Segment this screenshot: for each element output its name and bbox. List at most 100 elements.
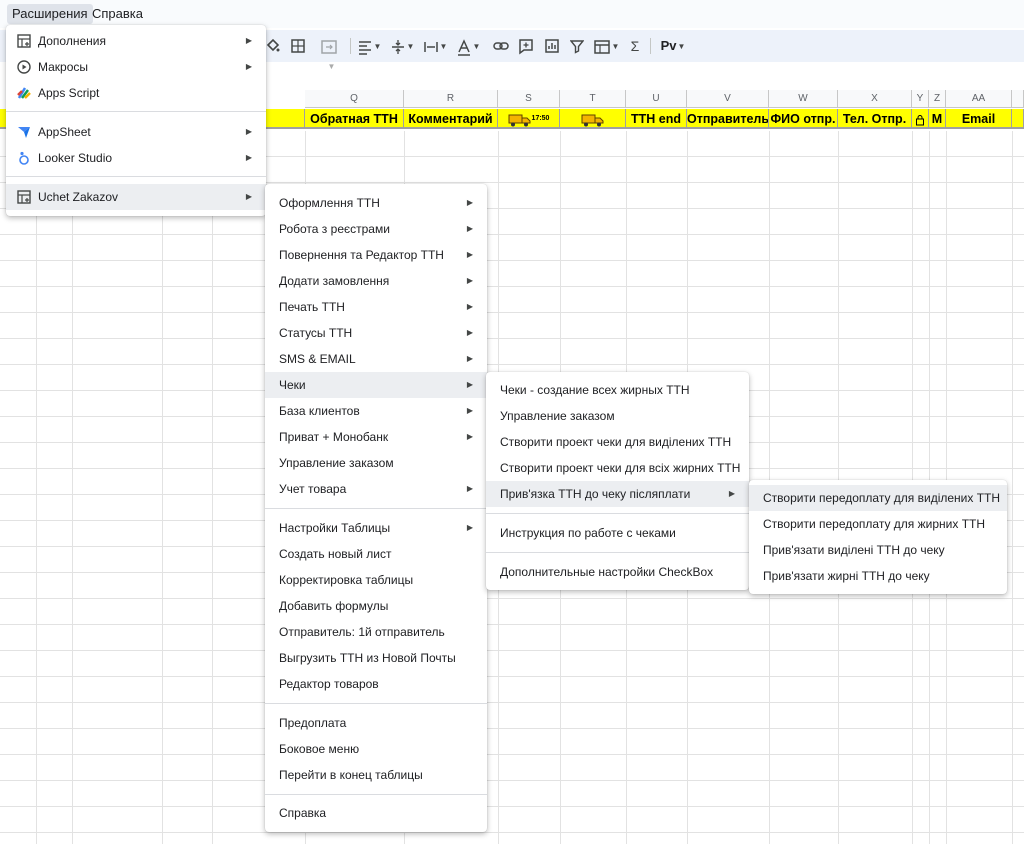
menu-item-dodaty-zamovlennya[interactable]: Додати замовлення ▶ <box>265 268 487 294</box>
menu-item-label: Прив'язати жирні ТТН до чеку <box>763 569 930 583</box>
insert-link-icon[interactable] <box>492 36 510 56</box>
column-header-aa[interactable]: AA <box>946 90 1012 108</box>
menu-separator <box>486 513 749 514</box>
column-header-q[interactable]: Q <box>305 90 404 108</box>
menu-item-privat-monobank[interactable]: Приват + Монобанк ▶ <box>265 424 487 450</box>
menu-item-robota-z-reyestramy[interactable]: Робота з реєстрами ▶ <box>265 216 487 242</box>
menu-item-cheki-sozdanie[interactable]: Чеки - создание всех жирных ТТН <box>486 377 749 403</box>
menu-item-label: Добавить формулы <box>279 599 389 613</box>
vertical-align-icon[interactable]: ▼ <box>389 36 415 56</box>
menu-item-macros[interactable]: Макросы ▶ <box>6 54 266 80</box>
header-cell-ab[interactable] <box>1012 109 1024 129</box>
menu-item-spravka[interactable]: Справка <box>265 800 487 826</box>
fill-color-icon[interactable] <box>266 36 280 56</box>
menu-item-pryvyazaty-zhyrni[interactable]: Прив'язати жирні ТТН до чеку <box>749 563 1007 589</box>
header-cell-return-ttn[interactable]: Обратная ТТН <box>305 109 404 129</box>
menu-item-statusy-ttn[interactable]: Статусы ТТН ▶ <box>265 320 487 346</box>
pryvyazka-menu: Створити передоплату для виділених ТТН С… <box>749 480 1007 594</box>
menu-item-peredoplata-vydileni[interactable]: Створити передоплату для виділених ТТН <box>749 485 1007 511</box>
menu-item-bokovoe-menu[interactable]: Боковое меню <box>265 736 487 762</box>
grid-column-line <box>72 131 73 844</box>
menu-item-uchet-zakazov[interactable]: Uchet Zakazov ▶ <box>6 184 266 210</box>
insert-chart-icon[interactable] <box>544 36 560 56</box>
text-rotation-icon[interactable]: ▼ <box>455 36 481 56</box>
header-cell-truck-time[interactable]: 17:50 <box>498 109 560 129</box>
column-header-x[interactable]: X <box>838 90 912 108</box>
menu-item-label: Дополнения <box>38 34 106 48</box>
column-header-y[interactable]: Y <box>912 90 929 108</box>
menu-item-redaktor-tovarov[interactable]: Редактор товаров <box>265 671 487 697</box>
merge-cells-icon[interactable]: ▼ <box>316 36 346 71</box>
menu-item-otpravitel[interactable]: Отправитель: 1й отправитель <box>265 619 487 645</box>
text-wrap-icon[interactable]: ▼ <box>422 36 448 56</box>
menu-item-proekt-zhyrni[interactable]: Створити проект чеки для всіх жирних ТТН <box>486 455 749 481</box>
horizontal-align-icon[interactable]: ▼ <box>356 36 382 56</box>
menu-help[interactable]: Справка <box>87 4 148 24</box>
menu-item-sozdat-list[interactable]: Создать новый лист <box>265 541 487 567</box>
menu-item-upravlenie-zakazom[interactable]: Управление заказом <box>265 450 487 476</box>
insert-comment-icon[interactable] <box>518 36 534 56</box>
menu-item-povernennya-redaktor[interactable]: Повернення та Редактор ТТН ▶ <box>265 242 487 268</box>
menu-item-predoplata[interactable]: Предоплата <box>265 710 487 736</box>
menu-item-peredoplata-zhyrni[interactable]: Створити передоплату для жирних ТТН <box>749 511 1007 537</box>
menu-item-checkbox-settings[interactable]: Дополнительные настройки CheckBox <box>486 559 749 585</box>
header-cell-truck[interactable] <box>560 109 626 129</box>
truck-icon <box>581 114 603 127</box>
menu-item-pryvyazka-ttn[interactable]: Прив'язка ТТН до чеку післяплати ▶ <box>486 481 749 507</box>
menu-extensions[interactable]: Расширения <box>7 4 93 24</box>
menu-item-pechat-ttn[interactable]: Печать ТТН ▶ <box>265 294 487 320</box>
menu-item-label: SMS & EMAIL <box>279 352 356 366</box>
menu-item-dobavit-formuly[interactable]: Добавить формулы <box>265 593 487 619</box>
menu-item-label: Предоплата <box>279 716 347 730</box>
column-header-v[interactable]: V <box>687 90 769 108</box>
menu-item-label: Додати замовлення <box>279 274 390 288</box>
header-cell-ttn-end[interactable]: ТТН end <box>626 109 687 129</box>
header-cell-comment[interactable]: Комментарий <box>404 109 498 129</box>
menu-item-korrektirovka[interactable]: Корректировка таблицы <box>265 567 487 593</box>
menu-item-addons[interactable]: Дополнения ▶ <box>6 28 266 54</box>
header-cell-m[interactable]: М <box>929 109 946 129</box>
filter-icon[interactable] <box>570 36 584 56</box>
menu-item-label: Управление заказом <box>279 456 394 470</box>
column-header-u[interactable]: U <box>626 90 687 108</box>
menu-item-cheki[interactable]: Чеки ▶ <box>265 372 487 398</box>
menu-item-label: Створити передоплату для жирних ТТН <box>763 517 986 531</box>
submenu-arrow-icon: ▶ <box>466 523 473 532</box>
toolbar-separator <box>350 38 351 54</box>
menu-item-proekt-vydileni[interactable]: Створити проект чеки для виділених ТТН <box>486 429 749 455</box>
cheki-menu: Чеки - создание всех жирных ТТН Управлен… <box>486 372 749 590</box>
column-header-ab[interactable] <box>1012 90 1024 108</box>
filter-views-icon[interactable]: ▼ <box>592 36 620 56</box>
column-header-s[interactable]: S <box>498 90 560 108</box>
menu-item-instrukciya[interactable]: Инструкция по работе с чеками <box>486 520 749 546</box>
menu-item-apps-script[interactable]: Apps Script <box>6 80 266 106</box>
format-text-button[interactable]: Рv▼ <box>658 36 688 56</box>
menu-item-uchet-tovara[interactable]: Учет товара ▶ <box>265 476 487 502</box>
menu-item-vygruzit-ttn[interactable]: Выгрузить ТТН из Новой Почты <box>265 645 487 671</box>
column-header-r[interactable]: R <box>404 90 498 108</box>
macro-icon <box>17 60 31 74</box>
menu-item-appsheet[interactable]: AppSheet ▶ <box>6 119 266 145</box>
menu-item-konec-tablicy[interactable]: Перейти в конец таблицы <box>265 762 487 788</box>
functions-icon[interactable]: Σ <box>628 36 642 56</box>
menu-item-upravlenie-zakazom[interactable]: Управление заказом <box>486 403 749 429</box>
column-header-w[interactable]: W <box>769 90 838 108</box>
menu-item-oformlennya-ttn[interactable]: Оформлення ТТН ▶ <box>265 190 487 216</box>
header-cell-email[interactable]: Email <box>946 109 1012 129</box>
submenu-arrow-icon: ▶ <box>466 250 473 259</box>
header-cell-sender[interactable]: Отправитель <box>687 109 769 129</box>
borders-icon[interactable] <box>290 36 306 56</box>
column-header-z[interactable]: Z <box>929 90 946 108</box>
menu-item-nastroyki-tablicy[interactable]: Настройки Таблицы ▶ <box>265 515 487 541</box>
menu-item-baza-klientov[interactable]: База клиентов ▶ <box>265 398 487 424</box>
column-header-t[interactable]: T <box>560 90 626 108</box>
header-cell-sender-name[interactable]: ФИО отпр. <box>769 109 838 129</box>
menu-item-sms-email[interactable]: SMS & EMAIL ▶ <box>265 346 487 372</box>
appsheet-icon <box>18 127 30 138</box>
menu-item-pryvyazaty-vydileni[interactable]: Прив'язати виділені ТТН до чеку <box>749 537 1007 563</box>
menu-item-looker-studio[interactable]: Looker Studio ▶ <box>6 145 266 171</box>
header-cell-sender-phone[interactable]: Тел. Отпр. <box>838 109 912 129</box>
uchet-zakazov-menu: Оформлення ТТН ▶ Робота з реєстрами ▶ Пове… <box>265 184 487 832</box>
menu-item-label: Учет товара <box>279 482 347 496</box>
header-cell-y[interactable] <box>912 109 929 129</box>
